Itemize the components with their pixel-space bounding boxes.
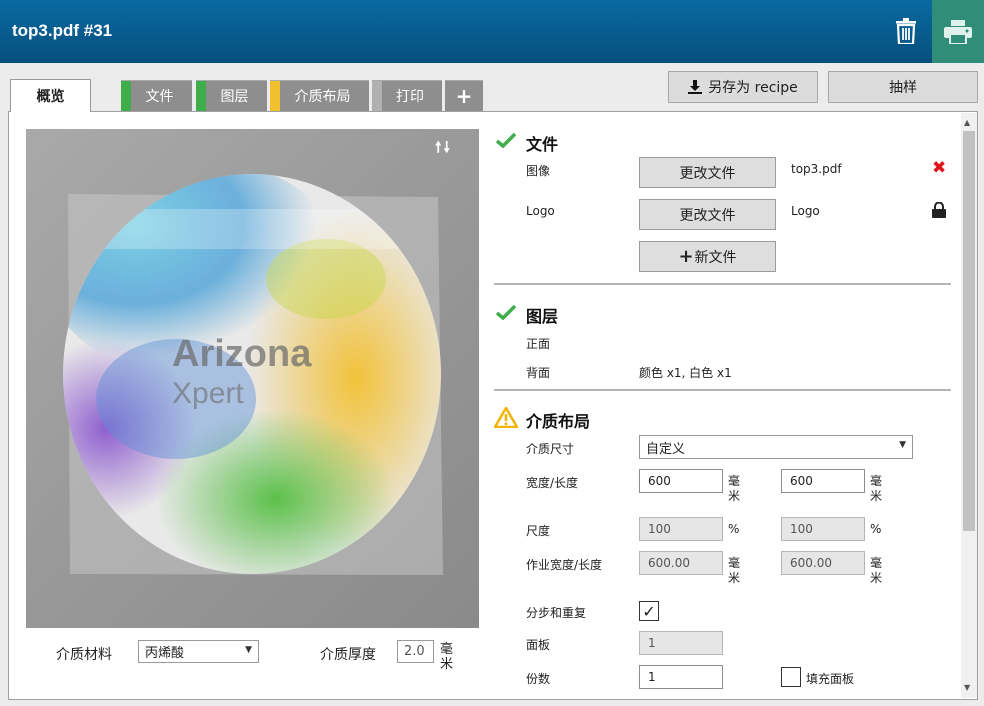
remove-file-icon[interactable]: ✖ <box>932 158 946 178</box>
watermark-subtext: Xpert <box>172 377 244 410</box>
image-label: 图像 <box>526 164 551 178</box>
title-bar: top3.pdf #31 <box>0 0 984 63</box>
job-length-unit: 毫米 <box>870 556 883 585</box>
panels-input: 1 <box>639 631 723 655</box>
step-repeat-label: 分步和重复 <box>526 606 587 620</box>
dropdown-arrow-icon: ▼ <box>245 645 252 655</box>
media-size-select[interactable]: 自定义 ▼ <box>639 435 913 459</box>
panels-label: 面板 <box>526 638 551 652</box>
logo-label: Logo <box>526 204 555 218</box>
media-thickness-input[interactable]: 2.0 <box>397 640 434 663</box>
status-marker <box>270 81 280 111</box>
section-divider <box>494 283 951 285</box>
tab-overview[interactable]: 概览 <box>10 79 91 112</box>
vertical-scrollbar[interactable]: ▲ ▼ <box>961 113 977 698</box>
media-material-select[interactable]: 丙烯酸 ▼ <box>138 640 259 663</box>
width-input[interactable]: 600 <box>639 469 723 493</box>
sample-button[interactable]: 抽样 <box>828 71 978 103</box>
warning-icon <box>494 407 518 428</box>
arrow-down-icon[interactable]: 🠗 <box>443 138 451 156</box>
tab-print[interactable]: 打印 <box>372 80 442 111</box>
add-tab-button[interactable]: + <box>445 80 483 111</box>
tab-media-layout[interactable]: 介质布局 <box>270 80 369 111</box>
media-layout-section-title: 介质布局 <box>526 412 591 431</box>
fill-panels-label: 填充面板 <box>806 672 855 686</box>
status-marker <box>196 81 206 111</box>
back-label: 背面 <box>526 366 551 380</box>
preview-canvas[interactable]: Arizona Xpert <box>26 129 479 628</box>
window-title: top3.pdf #31 <box>12 21 113 40</box>
print-button[interactable] <box>932 0 984 63</box>
scrollbar-thumb[interactable] <box>963 131 975 531</box>
front-label: 正面 <box>526 337 551 351</box>
job-width-unit: 毫米 <box>728 556 741 585</box>
printer-icon <box>944 19 972 44</box>
scale-y-unit: % <box>870 522 882 536</box>
thickness-unit: 毫米 <box>440 642 454 672</box>
back-layers-value: 颜色 x1, 白色 x1 <box>639 366 732 380</box>
reorder-arrows[interactable]: 🠕🠗 <box>435 137 452 162</box>
logo-file-name: Logo <box>791 204 820 218</box>
scale-y-input: 100 <box>781 517 865 541</box>
length-unit: 毫米 <box>870 474 883 503</box>
width-unit: 毫米 <box>728 474 741 503</box>
watermark-text: Arizona <box>172 333 312 375</box>
status-marker <box>121 81 131 111</box>
save-as-recipe-button[interactable]: 另存为 recipe <box>668 71 818 103</box>
step-repeat-checkbox[interactable]: ✓ <box>639 601 659 621</box>
section-divider <box>494 389 951 391</box>
plus-icon: + <box>678 246 694 267</box>
layers-section-title: 图层 <box>526 307 559 326</box>
length-input[interactable]: 600 <box>781 469 865 493</box>
scale-x-unit: % <box>728 522 740 536</box>
status-marker <box>372 81 382 111</box>
scroll-up-icon[interactable]: ▲ <box>964 118 970 127</box>
print-preview-image <box>63 174 443 575</box>
files-section-title: 文件 <box>526 135 559 154</box>
copies-input[interactable]: 1 <box>639 665 723 689</box>
image-file-name: top3.pdf <box>791 162 842 176</box>
media-thickness-label: 介质厚度 <box>320 647 376 663</box>
change-logo-file-button[interactable]: 更改文件 <box>639 199 776 230</box>
change-image-file-button[interactable]: 更改文件 <box>639 157 776 188</box>
download-icon <box>688 80 703 94</box>
checkmark-icon: ✓ <box>642 601 656 621</box>
scroll-down-icon[interactable]: ▼ <box>964 683 970 692</box>
media-material-label: 介质材料 <box>56 647 112 663</box>
check-icon <box>496 132 516 148</box>
width-length-label: 宽度/长度 <box>526 476 579 490</box>
dropdown-arrow-icon: ▼ <box>899 440 906 450</box>
fill-panels-checkbox[interactable] <box>781 667 801 687</box>
tab-layers[interactable]: 图层 <box>196 80 267 111</box>
tab-files[interactable]: 文件 <box>121 80 192 111</box>
copies-label: 份数 <box>526 672 551 686</box>
media-size-label: 介质尺寸 <box>526 442 575 456</box>
lock-icon <box>932 202 946 218</box>
check-icon <box>496 304 516 320</box>
job-length-input: 600.00 <box>781 551 865 575</box>
trash-icon[interactable] <box>886 12 926 50</box>
job-size-label: 作业宽度/长度 <box>526 558 603 572</box>
scale-x-input: 100 <box>639 517 723 541</box>
scale-label: 尺度 <box>526 524 551 538</box>
new-file-button[interactable]: + 新文件 <box>639 241 776 272</box>
job-width-input: 600.00 <box>639 551 723 575</box>
